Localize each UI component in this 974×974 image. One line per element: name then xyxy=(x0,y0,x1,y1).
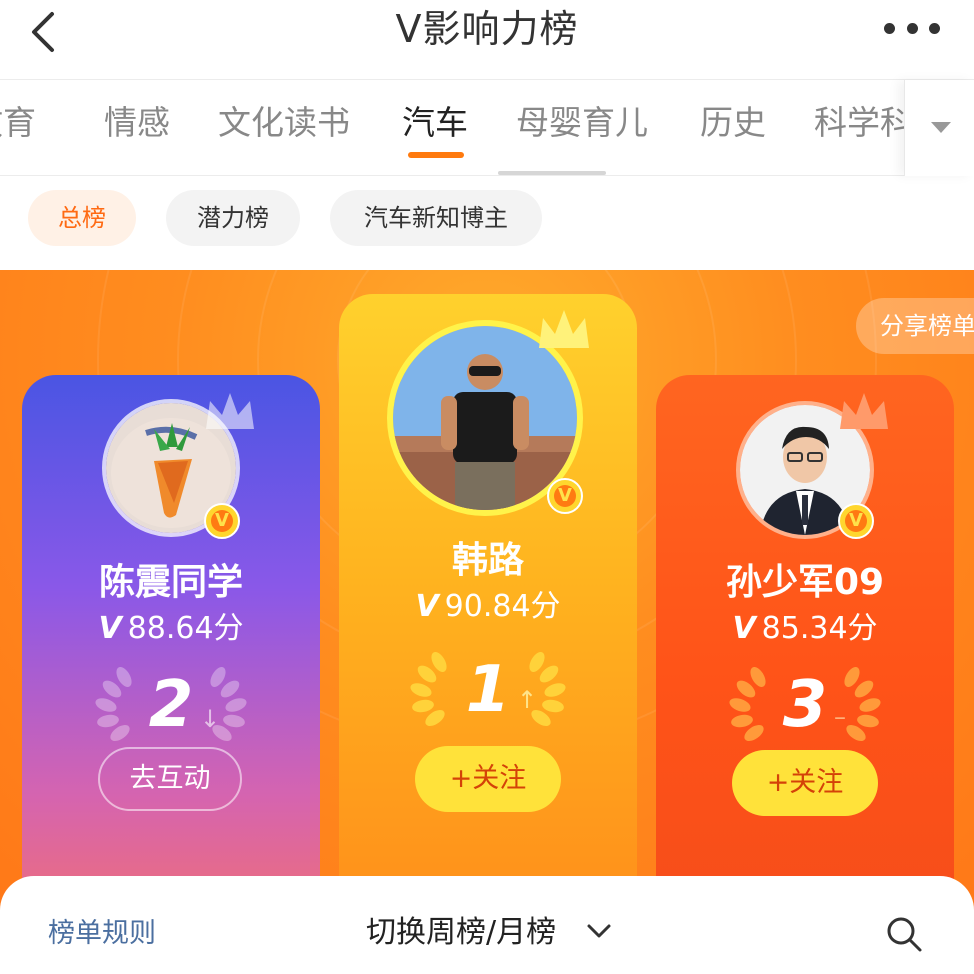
leaderboard-rules-link[interactable]: 榜单规则 xyxy=(48,916,156,952)
top-bar: V影响力榜 xyxy=(0,0,974,80)
influence-score: V 85.34分 xyxy=(732,611,878,646)
more-button[interactable] xyxy=(884,16,940,40)
filter-chip-overall[interactable]: 总榜 xyxy=(28,190,136,246)
tab-automobile[interactable]: 汽车 xyxy=(402,102,468,144)
tab-parenting[interactable]: 母婴育儿 xyxy=(516,102,648,144)
tab-science[interactable]: 科学科 xyxy=(814,102,913,144)
period-switch-button[interactable]: 切换周榜/月榜 xyxy=(366,914,556,952)
bottom-sheet: 榜单规则 切换周榜/月榜 xyxy=(0,876,974,974)
tab-emotion[interactable]: 情感 xyxy=(104,102,170,144)
more-dot xyxy=(929,22,940,34)
caret-down-icon xyxy=(931,122,951,133)
podium-card-rank-1[interactable]: V 韩路 V 90.84分 1 ↑ +关注 xyxy=(339,294,637,934)
rank-block: 2 ↓ xyxy=(22,665,320,745)
leaderboard-hero: 分享榜单 V 陈震同学 V 88.64分 2 ↓ 去互动 V 韩路 V 90.8… xyxy=(0,270,974,974)
rank-up-icon: ↑ xyxy=(517,686,538,714)
v-mark: V xyxy=(98,611,122,646)
podium-card-rank-2[interactable]: V 陈震同学 V 88.64分 2 ↓ 去互动 xyxy=(22,375,320,935)
more-dot xyxy=(884,22,895,34)
creator-name: 陈震同学 xyxy=(98,562,243,603)
verified-badge-icon: V xyxy=(838,503,874,539)
rank-number: 1 xyxy=(465,653,511,727)
rank-number: 3 xyxy=(782,668,828,742)
tab-history[interactable]: 历史 xyxy=(700,102,766,144)
filter-chip-potential[interactable]: 潜力榜 xyxy=(166,190,300,246)
page-title: V影响力榜 xyxy=(395,7,579,51)
v-mark: V xyxy=(732,611,756,646)
share-leaderboard-button[interactable]: 分享榜单 xyxy=(856,298,974,354)
crown-icon xyxy=(840,393,888,429)
active-tab-indicator xyxy=(408,152,464,158)
search-icon[interactable] xyxy=(884,914,924,954)
influence-score: V 90.84分 xyxy=(415,589,561,624)
podium-card-rank-3[interactable]: V 孙少军09 V 85.34分 3 – +关注 xyxy=(656,375,954,935)
rank-block: 1 ↑ xyxy=(339,650,637,730)
creator-name: 韩路 xyxy=(451,540,524,581)
tab-scroll-indicator xyxy=(498,171,606,175)
follow-button[interactable]: +关注 xyxy=(415,746,561,812)
crown-icon xyxy=(539,310,589,348)
rank-unchanged-icon: – xyxy=(834,703,846,731)
creator-name: 孙少军09 xyxy=(725,562,885,603)
verified-badge-icon: V xyxy=(547,478,583,514)
rank-number: 2 xyxy=(148,668,194,742)
rank-block: 3 – xyxy=(656,665,954,745)
interact-button[interactable]: 去互动 xyxy=(98,747,242,811)
category-tabs: 教育 情感 文化读书 汽车 母婴育儿 历史 科学科 xyxy=(0,80,974,176)
filter-chip-auto-creators[interactable]: 汽车新知博主 xyxy=(330,190,542,246)
crown-icon xyxy=(206,393,254,429)
more-dot xyxy=(906,22,918,34)
chevron-down-icon[interactable] xyxy=(586,922,612,940)
rank-down-icon: ↓ xyxy=(200,705,221,733)
v-mark: V xyxy=(415,589,439,624)
tab-culture-reading[interactable]: 文化读书 xyxy=(218,102,350,144)
verified-badge-icon: V xyxy=(204,503,240,539)
influence-score: V 88.64分 xyxy=(98,611,244,646)
expand-tabs-button[interactable] xyxy=(904,80,974,176)
tab-education[interactable]: 教育 xyxy=(0,102,36,144)
follow-button[interactable]: +关注 xyxy=(732,750,878,816)
